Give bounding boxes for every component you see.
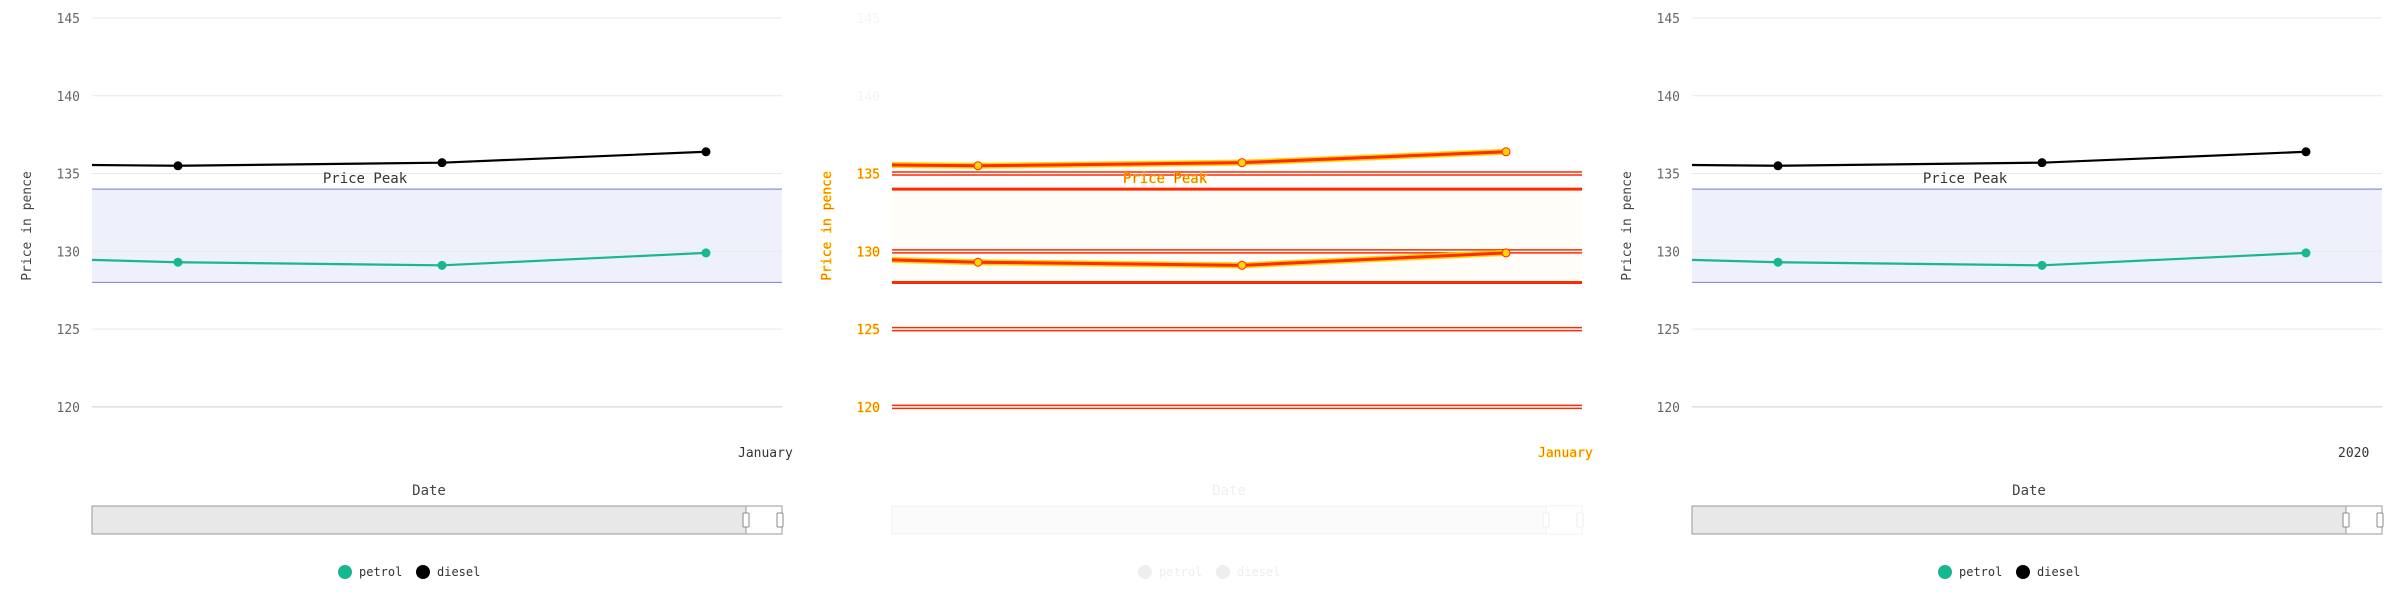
legend-label-petrol: petrol [1159,565,1202,579]
x-tick-group: 2020 [2338,446,2369,461]
range-slider-handle[interactable] [2342,512,2350,528]
legend-marker-petrol [338,565,352,579]
x-tick-group: January 20 [738,446,816,461]
charts-canvas: 120 125 130 135 140 145 Price Peak Price in pen… [20,12,2384,579]
y-axis-label: Price in pence [1620,171,1635,281]
legend-label-diesel: diesel [1237,565,1280,579]
y-tick-label: 130 [857,245,880,260]
data-point-diesel[interactable] [173,161,183,171]
data-point-petrol[interactable] [2301,248,2311,258]
data-point-petrol[interactable] [2037,260,2047,270]
y-tick-label: 135 [1657,168,1680,183]
data-point-petrol[interactable] [973,257,983,267]
range-slider-handle[interactable] [1576,512,1584,528]
range-slider-track[interactable] [891,505,1583,535]
y-axis-label: Price in pence [20,171,35,281]
range-slider-handle[interactable] [2376,512,2384,528]
range-slider-handle[interactable] [742,512,750,528]
y-tick-label: 145 [1657,12,1680,27]
x-tick-group: January 20 [1538,446,1616,462]
chart-stage: 120 125 130 135 140 145 Price Peak Price in pen… [0,0,2400,600]
band-area [92,189,782,283]
y-tick-label: 120 [857,401,880,416]
data-point-petrol[interactable] [173,257,183,267]
y-tick-label: 145 [57,12,80,27]
chart-panel-1: 120 125 130 135 140 145 Price Peak Price in pen… [20,12,816,579]
legend-marker-diesel [416,565,430,579]
data-point-diesel[interactable] [2301,147,2311,157]
y-tick-label: 130 [57,245,80,260]
data-point-diesel[interactable] [973,161,983,171]
data-point-diesel[interactable] [1773,161,1783,171]
x-tick-label: January 20 [1538,446,1616,461]
legend-item-diesel[interactable]: diesel [1216,565,1280,579]
y-tick-label: 135 [57,168,80,183]
legend-item-petrol[interactable]: petrol [338,565,402,579]
band-area [1692,189,2382,283]
data-point-diesel[interactable] [1501,147,1511,157]
legend-label-petrol: petrol [359,565,402,579]
y-tick-label: 135 [857,168,880,183]
legend-marker-petrol [1138,565,1152,579]
range-slider-handle[interactable] [1542,512,1550,528]
x-axis-label: Date [2012,483,2046,499]
legend-item-diesel[interactable]: diesel [2016,565,2080,579]
series-line-diesel [91,150,707,167]
range-slider-handle[interactable] [776,512,784,528]
band-label: Price Peak [1123,171,1208,187]
band-label: Price Peak [1923,171,2008,187]
y-tick-label: 120 [1657,401,1680,416]
y-tick-label: 140 [857,90,880,105]
y-tick-label: 120 [57,401,80,416]
legend-marker-petrol [1938,565,1952,579]
data-point-petrol[interactable] [1773,257,1783,267]
y-tick-label: 125 [857,323,880,338]
y-tick-label: 140 [57,90,80,105]
x-tick-label: 2020 [2338,446,2369,461]
x-tick-label: January 20 [738,446,816,461]
legend-label-diesel: diesel [2037,565,2080,579]
band-label: Price Peak [323,171,408,187]
x-axis-label: Date [412,483,446,499]
data-point-diesel[interactable] [701,147,711,157]
legend-marker-diesel [2016,565,2030,579]
x-axis-label: Date [1212,483,1246,499]
y-tick-label: 130 [1657,245,1680,260]
legend-item-petrol[interactable]: petrol [1138,565,1202,579]
data-point-petrol[interactable] [1501,248,1511,258]
legend-label-diesel: diesel [437,565,480,579]
legend-item-petrol[interactable]: petrol [1938,565,2002,579]
data-point-petrol[interactable] [1237,260,1247,270]
series-line-diesel [1691,150,2307,167]
y-tick-label: 145 [857,12,880,27]
data-point-diesel[interactable] [437,158,447,168]
data-point-petrol[interactable] [701,248,711,258]
band-area [892,189,1582,283]
range-slider-track[interactable] [91,505,783,535]
y-axis-label: Price in pence [820,171,835,281]
y-tick-label: 140 [1657,90,1680,105]
legend-item-diesel[interactable]: diesel [416,565,480,579]
y-tick-label: 125 [57,323,80,338]
chart-panel-3: 120 125 130 135 140 145 Price Peak Price in pen… [1620,12,2384,579]
y-tick-label: 125 [1657,323,1680,338]
data-point-petrol[interactable] [437,260,447,270]
data-point-diesel[interactable] [2037,158,2047,168]
legend-label-petrol: petrol [1959,565,2002,579]
data-point-diesel[interactable] [1237,158,1247,168]
legend-marker-diesel [1216,565,1230,579]
range-slider-track[interactable] [1691,505,2383,535]
chart-panel-2: 120 125 130 135 140 145 Price Peak Price in pen… [820,12,1616,579]
